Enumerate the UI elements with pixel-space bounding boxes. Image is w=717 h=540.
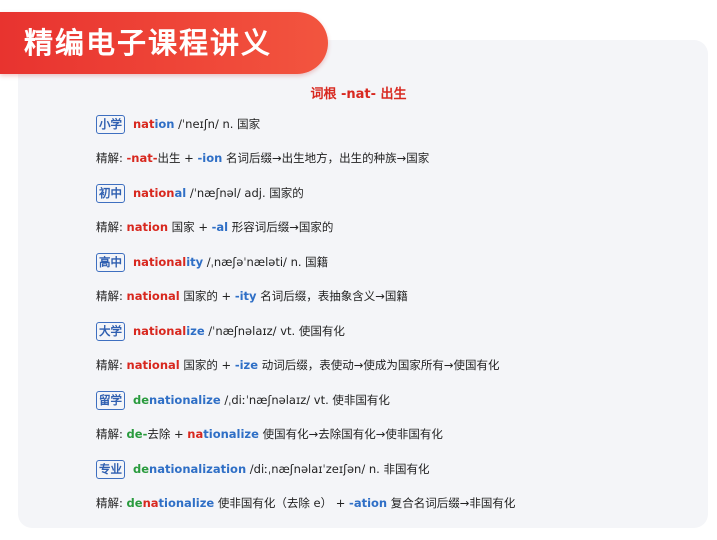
- level-badge: 初中: [96, 184, 125, 203]
- level-badge: 小学: [96, 115, 125, 134]
- part-prefix: de: [126, 496, 143, 510]
- word-suffix: al: [174, 186, 187, 200]
- part-suffix: -al: [211, 220, 229, 234]
- word-root: national: [133, 324, 187, 338]
- part-text: 动词后缀，表使动→使成为国家所有→使国有化: [258, 358, 500, 372]
- word-stem: nationalize: [149, 393, 221, 407]
- level-badge: 高中: [96, 253, 125, 272]
- explanation-label: 精解:: [96, 220, 123, 234]
- pronunciation-meaning: /ˌnæʃəˈnæləti/ n. 国籍: [203, 255, 329, 269]
- part-text: 使国有化→去除国有化→使非国有化: [258, 427, 443, 441]
- word-row-university: 大学 nationalize /ˈnæʃnəlaɪz/ vt. 使国有化: [96, 320, 345, 342]
- explanation-label: 精解:: [96, 358, 123, 372]
- explanation-row-primary: 精解: -nat-出生 + -ion 名词后缀→出生地方，出生的种族→国家: [96, 147, 429, 169]
- pronunciation-meaning: /ˈnæʃnəlaɪz/ vt. 使国有化: [204, 324, 345, 338]
- level-badge: 专业: [96, 460, 125, 479]
- part-suffix: -ize: [234, 358, 259, 372]
- explanation-row-professional: 精解: denationalize 使非国有化（去除 e） + -ation 复…: [96, 492, 515, 514]
- explanation-row-junior: 精解: nation 国家 + -al 形容词后缀→国家的: [96, 216, 333, 238]
- part-text: 名词后缀→出生地方，出生的种族→国家: [222, 151, 430, 165]
- part-root: na: [142, 496, 159, 510]
- pronunciation-meaning: /ˈneɪʃn/ n. 国家: [174, 117, 261, 131]
- explanation-label: 精解:: [96, 289, 123, 303]
- explanation-row-abroad: 精解: de-去除 + nationalize 使国有化→去除国有化→使非国有化: [96, 423, 443, 445]
- part-text: 出生 +: [157, 151, 198, 165]
- part-suffix: -ation: [349, 496, 388, 510]
- explanation-label: 精解:: [96, 151, 123, 165]
- part-suffix: -ity: [234, 289, 257, 303]
- word-row-abroad: 留学 denationalize /ˌdiːˈnæʃnəlaɪz/ vt. 使非国…: [96, 389, 390, 411]
- banner-title: 精编电子课程讲义: [0, 12, 328, 74]
- explanation-label: 精解:: [96, 427, 123, 441]
- word-row-professional: 专业 denationalization /diːˌnæʃnəlaɪˈzeɪʃən…: [96, 458, 429, 480]
- explanation-row-university: 精解: national 国家的 + -ize 动词后缀，表使动→使成为国家所有…: [96, 354, 499, 376]
- pronunciation-meaning: /diːˌnæʃnəlaɪˈzeɪʃən/ n. 非国有化: [246, 462, 430, 476]
- part-root: nation: [126, 220, 169, 234]
- word-suffix: ity: [186, 255, 204, 269]
- part-text: 使非国有化（去除 e） +: [214, 496, 350, 510]
- word-row-primary: 小学 nation /ˈneɪʃn/ n. 国家: [96, 113, 260, 135]
- part-text: 国家 +: [168, 220, 212, 234]
- part-root: national: [126, 358, 180, 372]
- part-stem: tionalize: [203, 427, 259, 441]
- part-prefix: de-: [126, 427, 148, 441]
- word-stem: nationaliz: [149, 462, 213, 476]
- word-suffix: ize: [186, 324, 205, 338]
- word-root: nat: [133, 117, 155, 131]
- part-text: 名词后缀，表抽象含义→国籍: [256, 289, 408, 303]
- word-suffix: ion: [154, 117, 175, 131]
- part-stem: tionalize: [158, 496, 215, 510]
- part-text: 形容词后缀→国家的: [228, 220, 334, 234]
- word-root: national: [133, 255, 187, 269]
- part-text: 国家的 +: [179, 358, 235, 372]
- word-row-junior: 初中 national /ˈnæʃnəl/ adj. 国家的: [96, 182, 304, 204]
- word-prefix: de: [133, 462, 150, 476]
- pronunciation-meaning: /ˌdiːˈnæʃnəlaɪz/ vt. 使非国有化: [220, 393, 390, 407]
- part-root: national: [126, 289, 180, 303]
- part-root: -nat-: [126, 151, 158, 165]
- pronunciation-meaning: /ˈnæʃnəl/ adj. 国家的: [186, 186, 304, 200]
- explanation-label: 精解:: [96, 496, 123, 510]
- word-row-senior: 高中 nationality /ˌnæʃəˈnæləti/ n. 国籍: [96, 251, 328, 273]
- part-root: na: [187, 427, 204, 441]
- word-root: nation: [133, 186, 175, 200]
- part-text: 复合名词后缀→非国有化: [387, 496, 516, 510]
- level-badge: 大学: [96, 322, 125, 341]
- root-subtitle: 词根 -nat- 出生: [310, 87, 407, 102]
- word-suffix: ation: [212, 462, 247, 476]
- part-text: 去除 +: [147, 427, 188, 441]
- explanation-row-senior: 精解: national 国家的 + -ity 名词后缀，表抽象含义→国籍: [96, 285, 408, 307]
- part-text: 国家的 +: [179, 289, 235, 303]
- word-prefix: de: [133, 393, 150, 407]
- part-suffix: -ion: [197, 151, 223, 165]
- level-badge: 留学: [96, 391, 125, 410]
